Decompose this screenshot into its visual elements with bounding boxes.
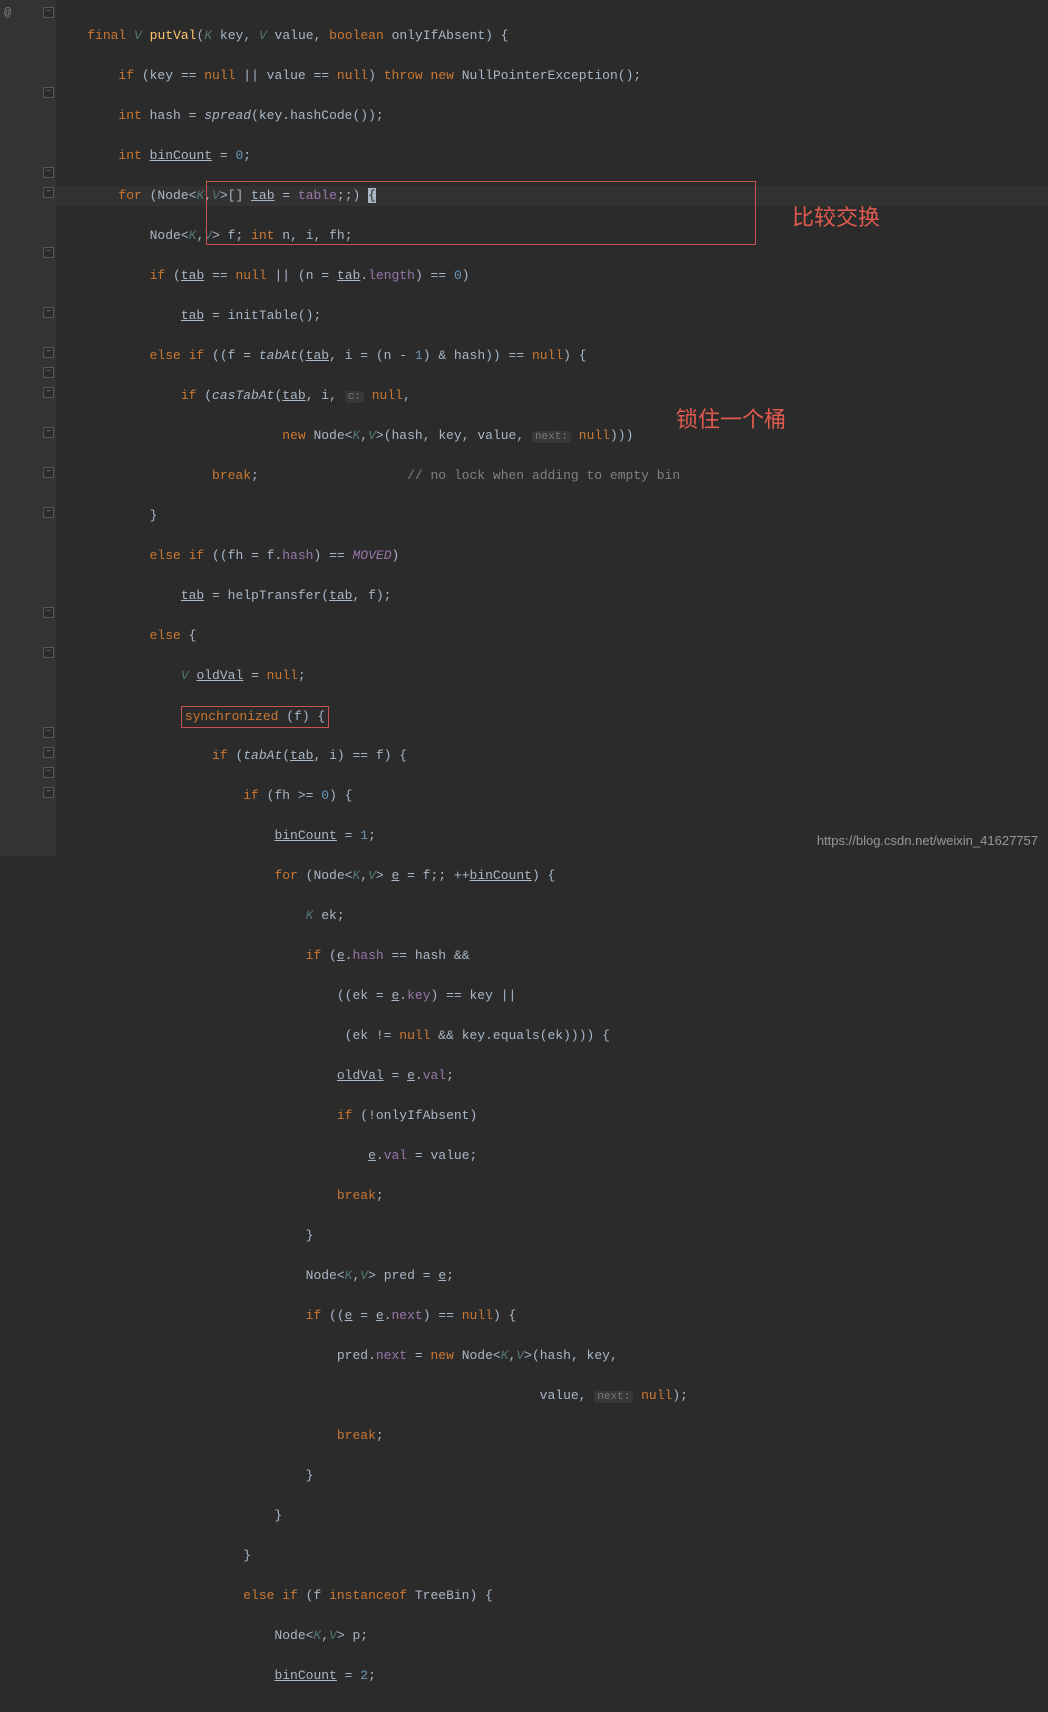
code-line: tab = helpTransfer(tab, f); xyxy=(56,586,1048,606)
code-line: ((ek = e.key) == key || xyxy=(56,986,1048,1006)
code-line: if ((e = e.next) == null) { xyxy=(56,1306,1048,1326)
code-line: else if ((fh = f.hash) == MOVED) xyxy=(56,546,1048,566)
code-line: pred.next = new Node<K,V>(hash, key, xyxy=(56,1346,1048,1366)
code-line: oldVal = e.val; xyxy=(56,1066,1048,1086)
code-line: else { xyxy=(56,626,1048,646)
code-line: new Node<K,V>(hash, key, value, next: nu… xyxy=(56,426,1048,446)
code-line: Node<K,V> f; int n, i, fh; xyxy=(56,226,1048,246)
code-line: value, next: null); xyxy=(56,1386,1048,1406)
code-editor[interactable]: @ − − − − − − − − − − − − − − − − − − fi… xyxy=(0,0,1048,856)
fold-icon[interactable]: − xyxy=(43,167,54,178)
code-line: for (Node<K,V>[] tab = table;;) { xyxy=(56,186,1048,206)
code-line: if (tab == null || (n = tab.length) == 0… xyxy=(56,266,1048,286)
fold-icon[interactable]: − xyxy=(43,747,54,758)
fold-icon[interactable]: − xyxy=(43,427,54,438)
code-line: if (tabAt(tab, i) == f) { xyxy=(56,746,1048,766)
code-line: int binCount = 0; xyxy=(56,146,1048,166)
fold-icon[interactable]: − xyxy=(43,367,54,378)
code-line: if (key == null || value == null) throw … xyxy=(56,66,1048,86)
code-line: synchronized (f) { xyxy=(56,706,1048,726)
code-line: for (Node<K,V> e = f;; ++binCount) { xyxy=(56,866,1048,886)
code-line: Node<K,V> pred = e; xyxy=(56,1266,1048,1286)
annotation-lock: 锁住一个桶 xyxy=(676,410,786,430)
code-line: if (e.hash == hash && xyxy=(56,946,1048,966)
highlight-sync: synchronized (f) { xyxy=(181,706,329,728)
code-line: } xyxy=(56,1506,1048,1526)
code-line: final V putVal(K key, V value, boolean o… xyxy=(56,26,1048,46)
fold-icon[interactable]: − xyxy=(43,467,54,478)
code-line: if (!onlyIfAbsent) xyxy=(56,1106,1048,1126)
code-line: int hash = spread(key.hashCode()); xyxy=(56,106,1048,126)
code-line: tab = initTable(); xyxy=(56,306,1048,326)
code-line: e.val = value; xyxy=(56,1146,1048,1166)
watermark: https://blog.csdn.net/weixin_41627757 xyxy=(817,833,1038,848)
code-line: if (casTabAt(tab, i, c: null, xyxy=(56,386,1048,406)
code-line: break; xyxy=(56,1186,1048,1206)
code-line: break; // no lock when adding to empty b… xyxy=(56,466,1048,486)
fold-icon[interactable]: − xyxy=(43,507,54,518)
fold-icon[interactable]: − xyxy=(43,727,54,738)
fold-icon[interactable]: − xyxy=(43,787,54,798)
fold-icon[interactable]: − xyxy=(43,347,54,358)
fold-icon[interactable]: − xyxy=(43,387,54,398)
code-line: } xyxy=(56,506,1048,526)
fold-icon[interactable]: − xyxy=(43,307,54,318)
fold-icon[interactable]: − xyxy=(43,187,54,198)
code-line: if (fh >= 0) { xyxy=(56,786,1048,806)
fold-icon[interactable]: − xyxy=(43,87,54,98)
code-line: binCount = 2; xyxy=(56,1666,1048,1686)
fold-icon[interactable]: − xyxy=(43,247,54,258)
code-line: V oldVal = null; xyxy=(56,666,1048,686)
code-line: else if ((f = tabAt(tab, i = (n - 1) & h… xyxy=(56,346,1048,366)
code-line: } xyxy=(56,1226,1048,1246)
gutter: @ − − − − − − − − − − − − − − − − − − xyxy=(0,0,56,856)
code-line: else if (f instanceof TreeBin) { xyxy=(56,1586,1048,1606)
code-line: (ek != null && key.equals(ek)))) { xyxy=(56,1026,1048,1046)
code-line: break; xyxy=(56,1426,1048,1446)
override-marker: @ xyxy=(4,6,11,20)
code-line: } xyxy=(56,1466,1048,1486)
fold-icon[interactable]: − xyxy=(43,7,54,18)
annotation-cas: 比较交换 xyxy=(792,208,880,228)
code-line: K ek; xyxy=(56,906,1048,926)
fold-icon[interactable]: − xyxy=(43,647,54,658)
code-area[interactable]: final V putVal(K key, V value, boolean o… xyxy=(56,0,1048,856)
fold-icon[interactable]: − xyxy=(43,767,54,778)
code-line: } xyxy=(56,1546,1048,1566)
fold-icon[interactable]: − xyxy=(43,607,54,618)
code-line: Node<K,V> p; xyxy=(56,1626,1048,1646)
